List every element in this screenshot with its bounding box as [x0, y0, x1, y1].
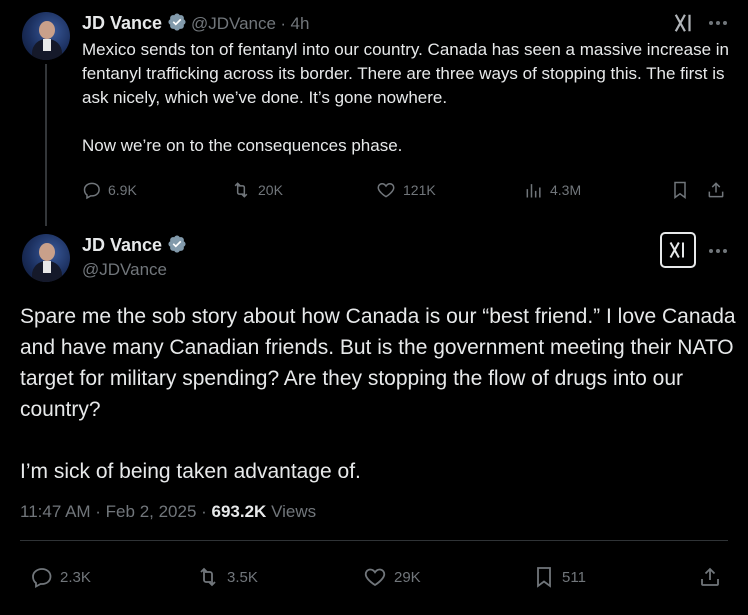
more-icon [709, 249, 727, 253]
grok-button[interactable] [660, 232, 696, 268]
author-name[interactable]: JD Vance [82, 235, 162, 255]
bookmark-icon [674, 181, 686, 199]
tweet-header: JD Vance @JDVance · 4h [82, 12, 309, 34]
verified-badge-icon [167, 235, 186, 253]
share-button[interactable] [698, 565, 722, 589]
tweet-text: Spare me the sob story about how Canada … [20, 305, 736, 483]
like-icon [364, 568, 386, 587]
reply-count: 2.3K [60, 568, 91, 586]
like-count: 29K [394, 568, 421, 586]
views-button[interactable]: 4.3M [524, 180, 581, 200]
more-button[interactable] [704, 12, 732, 34]
repost-icon [200, 567, 216, 587]
tweet-timestamp[interactable]: 11:47 AM · Feb 2, 2025 · [20, 502, 212, 521]
grok-icon [669, 242, 684, 258]
repost-button[interactable]: 3.5K [195, 565, 258, 589]
bookmark-icon [537, 567, 551, 588]
like-button[interactable]: 29K [362, 565, 421, 589]
more-icon [709, 21, 727, 25]
repost-button[interactable]: 20K [230, 180, 283, 200]
author-handle[interactable]: @JDVance [82, 260, 167, 280]
repost-icon [234, 182, 248, 198]
like-icon [377, 182, 395, 198]
like-button[interactable]: 121K [375, 180, 436, 200]
author-handle[interactable]: @JDVance [191, 14, 276, 33]
share-button[interactable] [706, 180, 726, 200]
view-count: 693.2K [211, 502, 267, 521]
tweet-time[interactable]: 4h [291, 14, 310, 33]
grok-icon [674, 14, 691, 32]
tweet-header: JD Vance [82, 234, 187, 256]
share-icon [701, 567, 719, 586]
bookmark-count: 511 [562, 568, 586, 586]
divider [20, 540, 728, 541]
avatar[interactable] [22, 234, 70, 282]
grok-button[interactable] [666, 5, 702, 41]
tweet-meta: 11:47 AM · Feb 2, 2025 · 693.2K Views [20, 502, 316, 522]
views-label: Views [271, 502, 317, 521]
bookmark-button[interactable] [670, 180, 690, 200]
verified-badge-icon [167, 13, 186, 31]
like-count: 121K [403, 182, 436, 198]
more-button[interactable] [704, 240, 732, 262]
reply-button[interactable]: 6.9K [82, 180, 137, 200]
share-icon [708, 182, 724, 198]
reply-icon [83, 182, 100, 200]
avatar[interactable] [22, 12, 70, 60]
separator-dot: · [280, 14, 287, 33]
author-name[interactable]: JD Vance [82, 13, 162, 33]
views-count: 4.3M [550, 182, 582, 198]
reply-count: 6.9K [108, 182, 137, 198]
views-icon [526, 184, 541, 198]
repost-count: 20K [258, 182, 283, 198]
bookmark-button[interactable]: 511 [532, 565, 586, 589]
reply-icon [32, 568, 52, 589]
thread-connector-line [45, 64, 47, 226]
tweet-text: Mexico sends ton of fentanyl into our co… [82, 40, 729, 155]
repost-count: 3.5K [227, 568, 258, 586]
reply-button[interactable]: 2.3K [30, 565, 91, 589]
